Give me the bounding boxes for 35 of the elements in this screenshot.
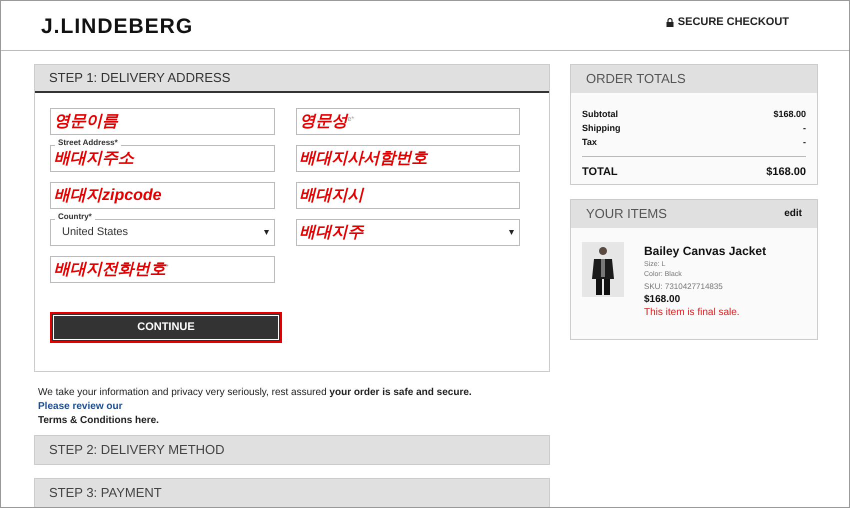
total-label: Shipping — [582, 122, 620, 135]
terms-link[interactable]: Please review our — [38, 401, 122, 412]
panel-title: ORDER TOTALS — [571, 65, 817, 93]
caret-icon — [264, 230, 268, 235]
input-field[interactable]: 배대지시 — [296, 182, 520, 209]
lock-icon — [666, 18, 674, 27]
total-value: $168.00 — [773, 108, 806, 121]
secure-checkout-label: SECURE CHECKOUT — [678, 15, 789, 30]
panel-title: YOUR ITEMS — [586, 204, 667, 223]
total-label: Tax — [582, 136, 597, 149]
final-sale-note: This item is final sale. — [644, 306, 741, 318]
logo[interactable]: J.LINDEBERG — [41, 11, 194, 42]
input-field[interactable]: 영문이름 — [50, 108, 274, 135]
step-header[interactable]: STEP 3: PAYMENT — [34, 478, 550, 507]
step-header[interactable]: STEP 2: DELIVERY METHOD — [34, 435, 550, 465]
privacy-note: We take your information and privacy very seriously, rest assured your order is safe and secure. Please review our Terms & Conditions here. — [37, 386, 473, 428]
total-label: Subtotal — [582, 108, 618, 121]
select-field[interactable]: 배대지주 — [296, 219, 520, 246]
total-value: - — [803, 122, 806, 135]
terms-link[interactable]: Terms & Conditions here. — [38, 415, 159, 426]
step-title: STEP 1: DELIVERY ADDRESS — [35, 65, 549, 93]
total-value: - — [803, 136, 806, 149]
continue-button[interactable]: CONTINUE — [50, 312, 282, 343]
field-label: Country* — [55, 212, 95, 222]
input-field[interactable]: 배대지주소 — [50, 145, 274, 172]
product-price: $168.00 — [644, 292, 682, 306]
total-label: TOTAL — [582, 165, 618, 180]
total-value: $168.00 — [766, 165, 806, 180]
input-field[interactable]: 배대지사서함번호 — [296, 145, 520, 172]
product-name: Bailey Canvas Jacket — [644, 242, 766, 260]
product-sku: SKU: 7310427714835 — [644, 280, 724, 292]
edit-link[interactable]: edit — [784, 206, 802, 221]
input-field[interactable]: 배대지zipcode — [50, 182, 274, 209]
caret-icon — [509, 230, 514, 235]
field-label: Street Address* — [55, 138, 121, 148]
